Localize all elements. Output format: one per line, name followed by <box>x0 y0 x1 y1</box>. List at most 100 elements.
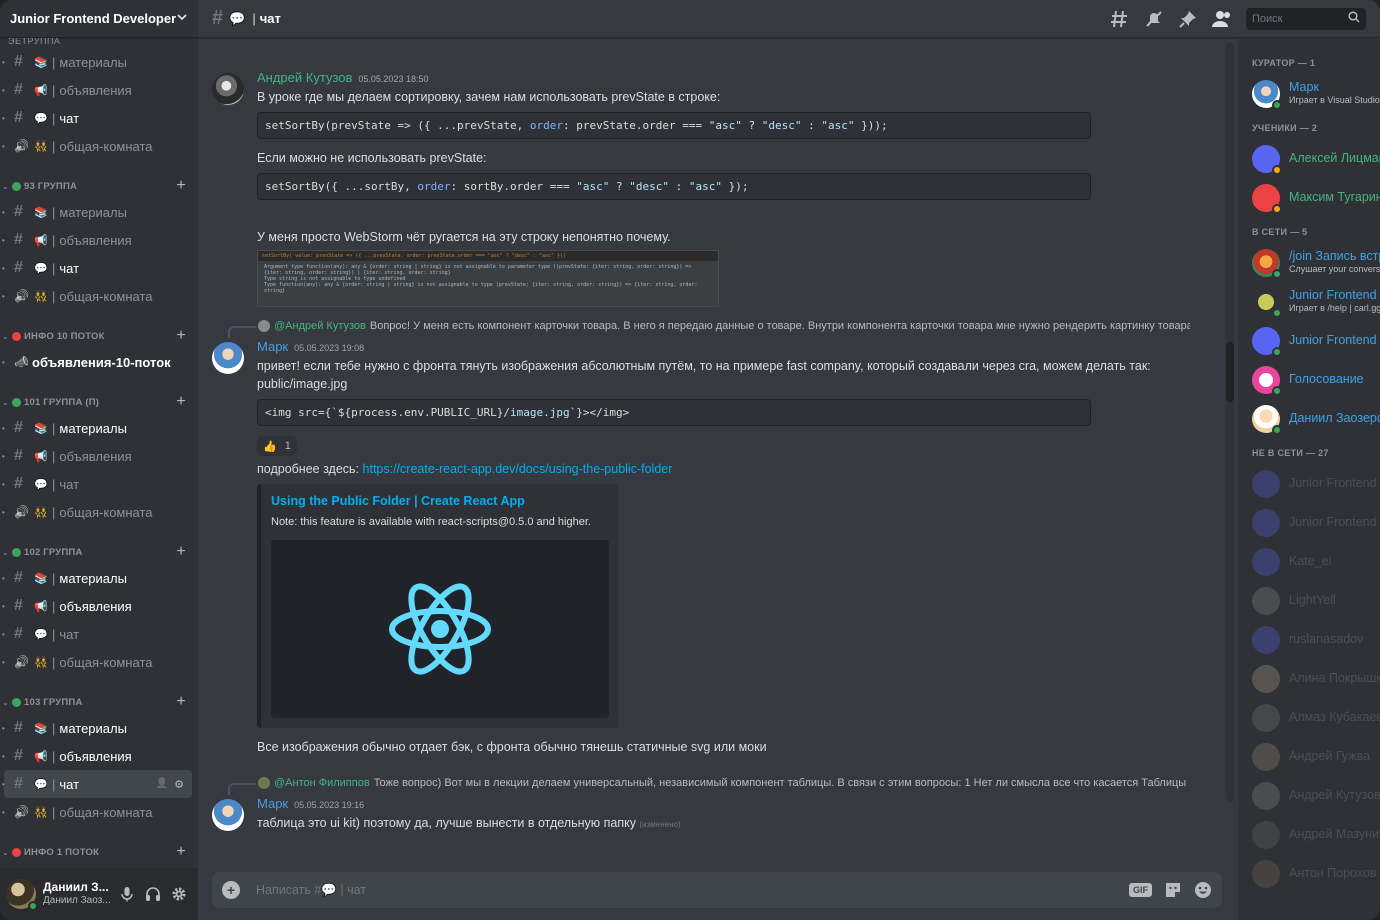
member-item[interactable]: Андрей Кутузов <box>1238 776 1380 815</box>
channel-item[interactable]: •📣объявления-1-поток <box>4 864 192 868</box>
mute-notifications-icon[interactable] <box>1142 7 1166 31</box>
channel-item[interactable]: • 🔊 👯 | общая-комната <box>2 282 192 310</box>
channel-category[interactable]: ⌄ 103 группа + <box>0 690 198 714</box>
avatar[interactable] <box>1252 248 1282 279</box>
avatar[interactable] <box>1252 79 1282 110</box>
avatar[interactable] <box>1252 365 1282 396</box>
avatar[interactable] <box>1252 326 1282 357</box>
member-item[interactable]: ruslanasadov <box>1238 620 1380 659</box>
channel-item[interactable]: • # 📢 | объявления <box>2 442 192 470</box>
member-item[interactable]: Максим Тугаринов <box>1238 178 1380 217</box>
avatar[interactable] <box>1252 781 1280 810</box>
channel-item[interactable]: • # 📚 | материалы <box>2 48 192 76</box>
scrollbar[interactable] <box>1226 42 1234 802</box>
channel-item[interactable]: • 🔊 👯 | общая-комната <box>2 798 192 826</box>
member-item[interactable]: Андрей Мазунин <box>1238 815 1380 854</box>
member-list-icon[interactable] <box>1210 7 1234 31</box>
channel-item[interactable]: • # 💬 | чат <box>2 254 192 282</box>
channel-item[interactable]: • # 💬 | чат 👤 ⚙ <box>2 770 192 798</box>
message-composer[interactable]: + Написать #💬 | чат GIF <box>212 872 1222 908</box>
author-name[interactable]: Андрей Кутузов <box>257 70 352 85</box>
channel-category[interactable]: ⌄ 101 группа (П) + <box>0 390 198 414</box>
avatar[interactable] <box>1252 820 1280 849</box>
channel-item[interactable]: • # 📚 | материалы <box>2 714 192 742</box>
avatar[interactable] <box>212 799 244 831</box>
add-channel-plus-icon[interactable]: + <box>174 393 188 411</box>
reply-mention[interactable]: @Андрей Кутузов <box>274 320 366 332</box>
member-item[interactable]: Даниил Заозерский <box>1238 399 1380 438</box>
channel-item[interactable]: • # 💬 | чат <box>2 104 192 132</box>
channel-item[interactable]: • 🔊 👯 | общая-комната <box>2 498 192 526</box>
threads-icon[interactable] <box>1108 7 1132 31</box>
avatar[interactable] <box>1252 547 1280 576</box>
add-channel-plus-icon[interactable]: + <box>174 327 188 345</box>
search-input[interactable]: Поиск <box>1246 7 1366 30</box>
microphone-icon[interactable] <box>114 881 140 907</box>
channel-item[interactable]: • # 📚 | материалы <box>2 198 192 226</box>
channel-item[interactable]: • 🔊 👯 | общая-комната <box>2 648 192 676</box>
attached-screenshot-image[interactable]: setSortBy( value: prevState => ({ ...pre… <box>257 250 719 307</box>
reply-reference[interactable]: @Антон Филиппов Тоже вопрос) Вот мы в ле… <box>198 772 1238 795</box>
add-channel-plus-icon[interactable]: + <box>174 693 188 711</box>
member-item[interactable]: Алексей Лицман <box>1238 139 1380 178</box>
channel-item[interactable]: • 📣 объявления-10-поток <box>2 348 192 376</box>
member-item[interactable]: /join Запись встречиСлушает your convers… <box>1238 243 1380 282</box>
channel-item[interactable]: • # 💬 | чат <box>2 470 192 498</box>
message[interactable]: Марк 05.05.2023 19:16 таблица это ui kit… <box>198 794 1238 836</box>
member-item[interactable]: Андрей Гужва <box>1238 737 1380 776</box>
avatar[interactable] <box>1252 469 1280 498</box>
avatar[interactable] <box>212 73 244 105</box>
react-logo-image[interactable] <box>271 540 609 718</box>
channel-category[interactable]: ⌄ инфо 10 поток + <box>0 324 198 348</box>
headphones-icon[interactable] <box>140 881 166 907</box>
sticker-icon[interactable] <box>1164 881 1182 899</box>
server-header[interactable]: Junior Frontend Developer <box>0 0 198 38</box>
channel-category[interactable]: ⌄ 93 группа + <box>0 174 198 198</box>
add-channel-plus-icon[interactable]: + <box>174 843 188 861</box>
settings-gear-icon[interactable] <box>166 881 192 907</box>
member-item[interactable]: Kate_ei <box>1238 542 1380 581</box>
channel-settings-gear-icon[interactable]: ⚙ <box>174 778 184 791</box>
avatar[interactable] <box>1252 287 1282 318</box>
add-channel-plus-icon[interactable]: + <box>174 543 188 561</box>
channel-item[interactable]: • # 📢 | объявления <box>2 742 192 770</box>
member-item[interactable]: Голосование <box>1238 360 1380 399</box>
reaction-thumbs-up[interactable]: 👍 1 <box>257 436 297 456</box>
avatar[interactable] <box>1252 508 1280 537</box>
avatar[interactable] <box>6 879 38 911</box>
channel-item[interactable]: • # 📢 | объявления <box>2 76 192 104</box>
attach-plus-icon[interactable]: + <box>222 881 240 899</box>
channel-item[interactable]: • # 📢 | объявления <box>2 226 192 254</box>
reply-mention[interactable]: @Антон Филиппов <box>274 777 370 789</box>
author-name[interactable]: Марк <box>257 796 288 811</box>
member-item[interactable]: МаркИграет в Visual Studio Code <box>1238 74 1380 113</box>
channel-item[interactable]: • # 📚 | материалы <box>2 414 192 442</box>
add-channel-plus-icon[interactable]: + <box>174 177 188 195</box>
member-item[interactable]: Junior Frontend <box>1238 464 1380 503</box>
channel-category[interactable]: ⌄ инфо 1 поток + <box>0 840 198 864</box>
avatar[interactable] <box>1252 404 1282 435</box>
embed-title[interactable]: Using the Public Folder | Create React A… <box>271 494 609 508</box>
member-item[interactable]: Junior Frontend Играет в /help | carl.gg <box>1238 282 1380 321</box>
message[interactable]: Марк 05.05.2023 19:08 привет! если тебе … <box>198 337 1238 758</box>
message[interactable]: Андрей Кутузов 05.05.2023 18:50 В уроке … <box>198 68 1238 309</box>
gif-icon[interactable]: GIF <box>1129 883 1152 897</box>
avatar[interactable] <box>1252 703 1280 732</box>
channel-category[interactable]: ⌄ 102 группа + <box>0 540 198 564</box>
channel-item[interactable]: • # 💬 | чат <box>2 620 192 648</box>
avatar[interactable] <box>1252 144 1282 175</box>
avatar[interactable] <box>1252 586 1280 615</box>
reply-reference[interactable]: @Андрей Кутузов Вопрос! У меня есть комп… <box>198 315 1238 338</box>
member-item[interactable]: Алина Покрышкина <box>1238 659 1380 698</box>
member-item[interactable]: Алмаз Кубакаев <box>1238 698 1380 737</box>
emoji-smiley-icon[interactable] <box>1194 881 1212 899</box>
avatar[interactable] <box>1252 625 1280 654</box>
invite-member-icon[interactable]: 👤 <box>156 778 168 791</box>
link[interactable]: https://create-react-app.dev/docs/using-… <box>363 462 673 476</box>
channel-item[interactable]: • 🔊 👯 | общая-комната <box>2 132 192 160</box>
avatar[interactable] <box>212 342 244 374</box>
member-item[interactable]: LightYell <box>1238 581 1380 620</box>
avatar[interactable] <box>1252 183 1282 214</box>
avatar[interactable] <box>1252 859 1280 888</box>
channel-item[interactable]: • # 📢 | объявления <box>2 592 192 620</box>
